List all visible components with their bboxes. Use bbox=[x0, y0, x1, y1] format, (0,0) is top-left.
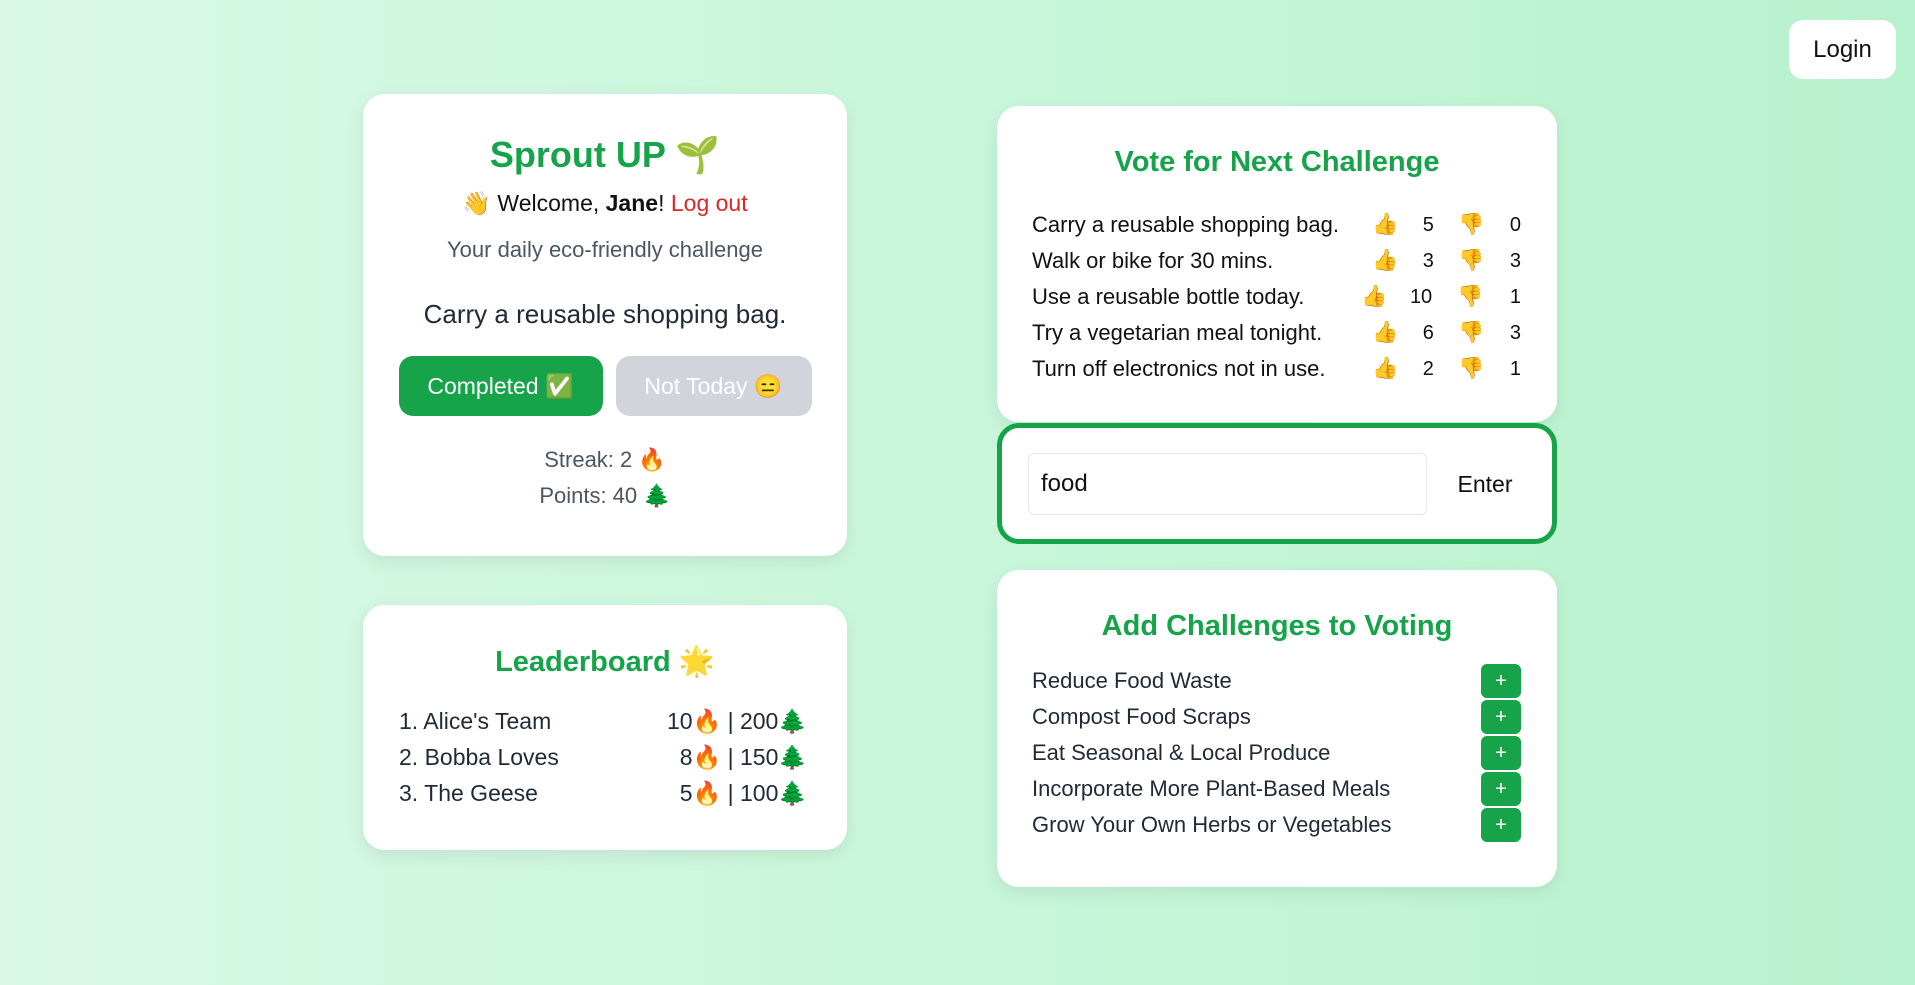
add-challenge-label: Compost Food Scraps bbox=[1032, 704, 1251, 729]
upvote-count: 10 bbox=[1409, 286, 1433, 308]
vote-title: Vote for Next Challenge bbox=[1114, 146, 1440, 178]
add-challenge-button[interactable]: + bbox=[1481, 664, 1521, 698]
add-challenge-button[interactable]: + bbox=[1481, 808, 1521, 842]
vote-item-label: Carry a reusable shopping bag. bbox=[1032, 212, 1339, 237]
vote-item: Try a vegetarian meal tonight. 👍 6 👎 3 bbox=[1032, 315, 1521, 351]
add-challenge-button[interactable]: + bbox=[1481, 772, 1521, 806]
leaderboard-card: Leaderboard 🌟 1. Alice's Team 10🔥 | 200🌲… bbox=[363, 605, 847, 850]
streak-stat: Streak: 2 🔥 bbox=[544, 447, 666, 472]
upvote-count: 6 bbox=[1422, 322, 1434, 344]
add-challenge-label: Reduce Food Waste bbox=[1032, 668, 1232, 693]
leaderboard-title: Leaderboard 🌟 bbox=[495, 646, 715, 678]
team-name: 2. Bobba Loves bbox=[399, 744, 559, 770]
welcome-suffix: ! bbox=[658, 190, 665, 216]
add-challenge-item: Incorporate More Plant-Based Meals + bbox=[1032, 771, 1521, 807]
upvote-count: 3 bbox=[1422, 250, 1434, 272]
add-challenge-label: Incorporate More Plant-Based Meals bbox=[1032, 776, 1391, 801]
thumbs-down-icon[interactable]: 👎 bbox=[1434, 207, 1484, 243]
search-input[interactable] bbox=[1028, 453, 1427, 515]
add-challenges-card: Add Challenges to Voting Reduce Food Was… bbox=[997, 570, 1557, 887]
downvote-count: 0 bbox=[1509, 214, 1521, 236]
stats: Streak: 2 🔥 Points: 40 🌲 bbox=[363, 442, 847, 514]
add-challenge-item: Reduce Food Waste + bbox=[1032, 663, 1521, 699]
thumbs-up-icon[interactable]: 👍 bbox=[1372, 243, 1402, 279]
enter-button[interactable]: Enter bbox=[1439, 453, 1531, 515]
thumbs-up-icon[interactable]: 👍 bbox=[1372, 207, 1402, 243]
vote-list: Carry a reusable shopping bag. 👍 5 👎 0 W… bbox=[1032, 207, 1521, 387]
leaderboard-row: 1. Alice's Team 10🔥 | 200🌲 bbox=[399, 703, 807, 739]
add-challenge-item: Eat Seasonal & Local Produce + bbox=[1032, 735, 1521, 771]
add-challenge-button[interactable]: + bbox=[1481, 700, 1521, 734]
thumbs-down-icon[interactable]: 👎 bbox=[1434, 243, 1484, 279]
vote-item: Walk or bike for 30 mins. 👍 3 👎 3 bbox=[1032, 243, 1521, 279]
vote-item-label: Turn off electronics not in use. bbox=[1032, 356, 1326, 381]
vote-card: Vote for Next Challenge Carry a reusable… bbox=[997, 106, 1557, 422]
vote-item: Carry a reusable shopping bag. 👍 5 👎 0 bbox=[1032, 207, 1521, 243]
app-title: Sprout UP 🌱 bbox=[489, 134, 721, 175]
logout-link[interactable]: Log out bbox=[671, 190, 748, 216]
welcome-line: 👋 Welcome, Jane! Log out bbox=[363, 190, 847, 217]
team-score: 8🔥 | 150🌲 bbox=[679, 744, 807, 770]
thumbs-up-icon[interactable]: 👍 bbox=[1372, 315, 1402, 351]
downvote-count: 3 bbox=[1509, 250, 1521, 272]
leaderboard-row: 2. Bobba Loves 8🔥 | 150🌲 bbox=[399, 739, 807, 775]
downvote-count: 3 bbox=[1509, 322, 1521, 344]
current-challenge: Carry a reusable shopping bag. bbox=[423, 299, 787, 329]
thumbs-up-icon[interactable]: 👍 bbox=[1372, 351, 1402, 387]
upvote-count: 5 bbox=[1422, 214, 1434, 236]
add-challenge-label: Grow Your Own Herbs or Vegetables bbox=[1032, 812, 1392, 837]
upvote-count: 2 bbox=[1422, 358, 1434, 380]
team-score: 10🔥 | 200🌲 bbox=[667, 708, 807, 734]
points-stat: Points: 40 🌲 bbox=[539, 483, 671, 508]
completed-button[interactable]: Completed ✅ bbox=[398, 356, 603, 416]
not-today-button[interactable]: Not Today 😑 bbox=[615, 356, 812, 416]
add-challenge-label: Eat Seasonal & Local Produce bbox=[1032, 740, 1331, 765]
team-name: 3. The Geese bbox=[399, 780, 538, 806]
search-card: Enter bbox=[997, 423, 1557, 544]
leaderboard-row: 3. The Geese 5🔥 | 100🌲 bbox=[399, 775, 807, 811]
thumbs-down-icon[interactable]: 👎 bbox=[1434, 315, 1484, 351]
thumbs-down-icon[interactable]: 👎 bbox=[1432, 279, 1483, 315]
user-name: Jane bbox=[605, 190, 659, 216]
daily-challenge-card: Sprout UP 🌱 👋 Welcome, Jane! Log out You… bbox=[363, 94, 847, 556]
thumbs-up-icon[interactable]: 👍 bbox=[1361, 279, 1392, 315]
team-name: 1. Alice's Team bbox=[399, 708, 552, 734]
vote-item-label: Use a reusable bottle today. bbox=[1032, 284, 1305, 309]
subtitle: Your daily eco-friendly challenge bbox=[447, 237, 763, 262]
vote-item-label: Try a vegetarian meal tonight. bbox=[1032, 320, 1323, 345]
leaderboard-list: 1. Alice's Team 10🔥 | 200🌲 2. Bobba Love… bbox=[399, 703, 807, 811]
downvote-count: 1 bbox=[1509, 358, 1521, 380]
thumbs-down-icon[interactable]: 👎 bbox=[1434, 351, 1484, 387]
add-challenge-item: Grow Your Own Herbs or Vegetables + bbox=[1032, 807, 1521, 843]
team-score: 5🔥 | 100🌲 bbox=[679, 780, 807, 806]
vote-item: Use a reusable bottle today. 👍 10 👎 1 bbox=[1032, 279, 1521, 315]
welcome-prefix: 👋 Welcome, bbox=[462, 190, 606, 216]
add-challenges-list: Reduce Food Waste + Compost Food Scraps … bbox=[1032, 663, 1521, 843]
add-challenge-button[interactable]: + bbox=[1481, 736, 1521, 770]
downvote-count: 1 bbox=[1509, 286, 1521, 308]
add-challenge-item: Compost Food Scraps + bbox=[1032, 699, 1521, 735]
action-buttons: Completed ✅ Not Today 😑 bbox=[363, 356, 847, 416]
login-button[interactable]: Login bbox=[1789, 20, 1896, 79]
vote-item: Turn off electronics not in use. 👍 2 👎 1 bbox=[1032, 351, 1521, 387]
add-challenges-title: Add Challenges to Voting bbox=[1101, 610, 1453, 642]
vote-item-label: Walk or bike for 30 mins. bbox=[1032, 248, 1274, 273]
